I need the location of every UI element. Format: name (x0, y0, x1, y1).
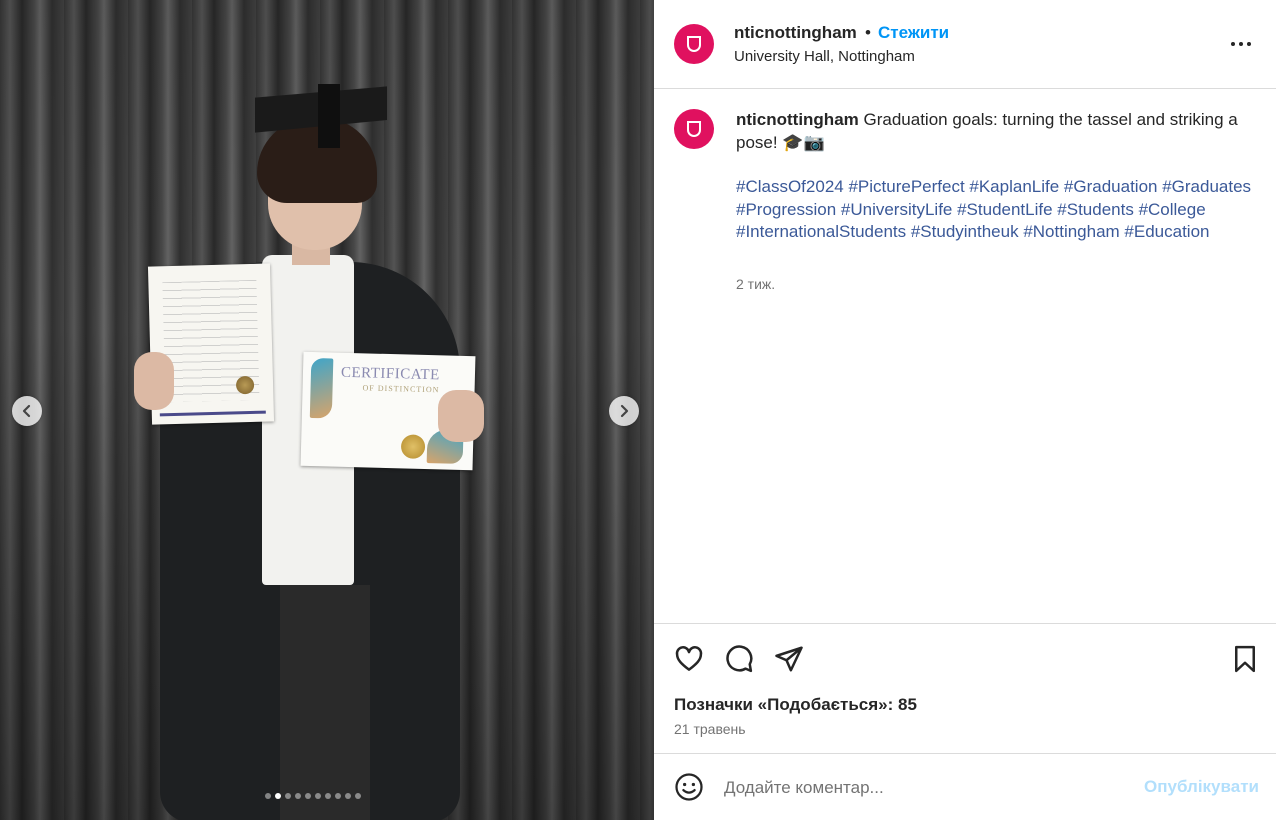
follow-button[interactable]: Стежити (878, 23, 949, 43)
trousers (280, 585, 370, 820)
post-caption: nticnottingham Graduation goals: turning… (736, 109, 1246, 154)
comment-bubble-icon[interactable] (724, 644, 754, 674)
next-slide-button[interactable] (609, 396, 639, 426)
graduate-photo-scene: CERTIFICATE OF DISTINCTION (0, 0, 654, 820)
comment-bar: Опублікувати (654, 753, 1276, 820)
more-dot-icon (1247, 42, 1251, 46)
send-icon[interactable] (774, 644, 804, 674)
hair (257, 118, 377, 203)
username-link[interactable]: nticnottingham (734, 23, 857, 43)
certificate-stripe (159, 410, 266, 417)
likes-count[interactable]: Позначки «Подобається»: 85 (674, 695, 917, 715)
certificate-title: CERTIFICATE (340, 364, 440, 384)
post-date: 21 травень (674, 721, 746, 737)
university-shield-icon (687, 121, 701, 137)
location-link[interactable]: University Hall, Nottingham (734, 48, 915, 65)
previous-slide-button[interactable] (12, 396, 42, 426)
post-side-panel: nticnottingham • Стежити University Hall… (654, 0, 1276, 820)
chevron-right-icon (620, 404, 629, 418)
slide-dot (315, 793, 321, 799)
avatar[interactable] (674, 24, 714, 64)
certificate-subtitle: OF DISTINCTION (362, 383, 440, 395)
comment-input[interactable] (724, 774, 1124, 802)
heart-icon[interactable] (674, 644, 704, 674)
chevron-left-icon (22, 404, 31, 418)
time-ago: 2 тиж. (736, 276, 776, 292)
separator-dot: • (865, 23, 871, 42)
slide-dot (355, 793, 361, 799)
post-actions: Позначки «Подобається»: 85 21 травень (654, 623, 1276, 753)
caption-username-link[interactable]: nticnottingham (736, 110, 859, 129)
bookmark-icon[interactable] (1230, 644, 1260, 674)
post-header: nticnottingham • Стежити University Hall… (654, 0, 1276, 89)
caption-avatar[interactable] (674, 109, 714, 149)
slide-dot (325, 793, 331, 799)
left-hand (134, 352, 174, 410)
slide-dot (335, 793, 341, 799)
slide-dot (295, 793, 301, 799)
university-shield-icon (687, 36, 701, 52)
certificate-decoration (309, 357, 334, 419)
right-hand (438, 390, 484, 442)
slide-dot (305, 793, 311, 799)
slide-dot-active (275, 793, 281, 799)
hashtags[interactable]: #ClassOf2024 #PicturePerfect #KaplanLife… (736, 176, 1256, 244)
publish-button[interactable]: Опублікувати (1144, 777, 1259, 797)
post-photo[interactable]: CERTIFICATE OF DISTINCTION (0, 0, 654, 820)
more-options-button[interactable] (1231, 34, 1257, 54)
more-dot-icon (1231, 42, 1235, 46)
slide-indicator (265, 793, 361, 799)
slide-dot (265, 793, 271, 799)
smiley-icon[interactable] (674, 772, 704, 802)
slide-dot (345, 793, 351, 799)
more-dot-icon (1239, 42, 1243, 46)
cap-tassel (318, 84, 340, 148)
slide-dot (285, 793, 291, 799)
gold-seal (400, 434, 426, 459)
